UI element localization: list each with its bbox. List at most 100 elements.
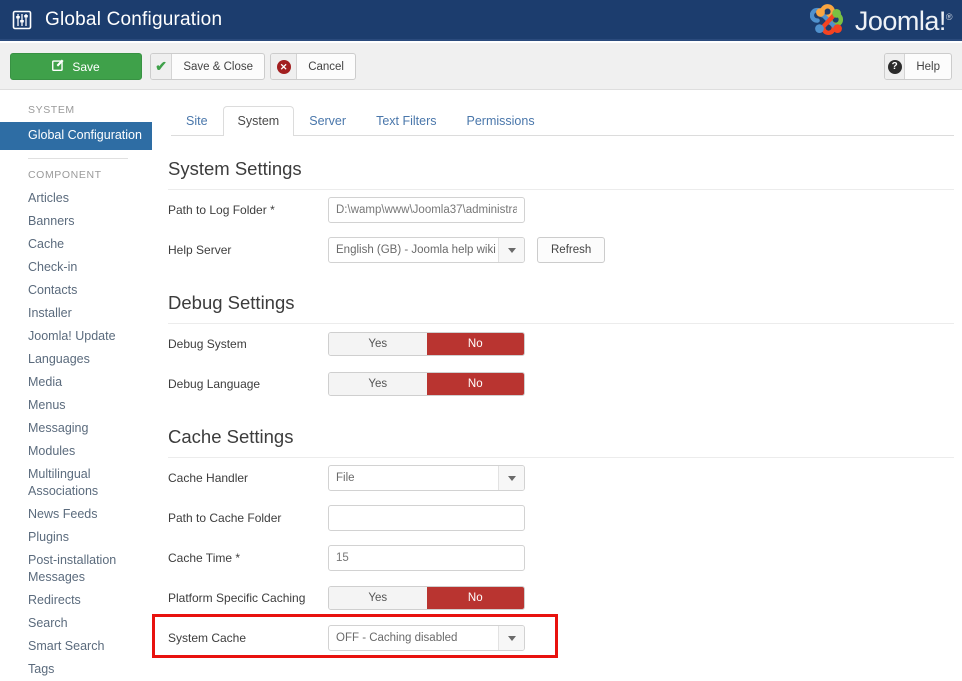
help-server-selected-value: English (GB) - Joomla help wiki bbox=[336, 244, 496, 256]
sidebar-item-global-configuration[interactable]: Global Configuration bbox=[0, 122, 152, 150]
tab-server[interactable]: Server bbox=[294, 106, 361, 136]
sidebar-item-label: Languages bbox=[28, 352, 90, 366]
debug-system-label: Debug System bbox=[168, 337, 247, 351]
tab-site[interactable]: Site bbox=[171, 106, 223, 136]
sidebar-item-label: Banners bbox=[28, 214, 75, 228]
path-to-log-folder-input[interactable] bbox=[328, 197, 525, 223]
platform-specific-caching-yes-option[interactable]: Yes bbox=[329, 587, 427, 609]
cache-time-label: Cache Time * bbox=[168, 551, 241, 565]
system-cache-selected-value: OFF - Caching disabled bbox=[336, 632, 458, 644]
sidebar-item-label: Modules bbox=[28, 444, 76, 458]
save-button-label: Save bbox=[72, 59, 100, 74]
field-row-platform-specific-caching: Platform Specific Caching Yes No bbox=[168, 578, 954, 618]
sidebar-item-label: News Feeds bbox=[28, 507, 98, 521]
tab-label: Server bbox=[309, 114, 347, 128]
help-button-label: Help bbox=[916, 60, 940, 73]
sidebar-item-label: Tags bbox=[28, 662, 55, 676]
refresh-button[interactable]: Refresh bbox=[537, 237, 606, 263]
debug-language-toggle[interactable]: Yes No bbox=[328, 372, 525, 396]
save-and-close-label: Save & Close bbox=[183, 60, 253, 73]
circle-question-icon: ? bbox=[885, 54, 906, 79]
tab-label: Text Filters bbox=[376, 114, 437, 128]
sidebar-item-menus[interactable]: Menus bbox=[0, 394, 152, 417]
help-server-label: Help Server bbox=[168, 243, 232, 257]
sidebar-item-label: Redirects bbox=[28, 593, 81, 607]
section-heading-cache-settings: Cache Settings bbox=[168, 426, 294, 447]
sidebar-item-label: Media bbox=[28, 375, 63, 389]
path-to-log-folder-label: Path to Log Folder * bbox=[168, 203, 275, 217]
circle-x-icon: ✕ bbox=[271, 54, 298, 79]
sidebar-item-contacts[interactable]: Contacts bbox=[0, 279, 152, 302]
system-cache-label: System Cache bbox=[168, 631, 247, 645]
platform-specific-caching-label: Platform Specific Caching bbox=[168, 591, 306, 605]
sidebar-item-multilingual-associations[interactable]: Multilingual Associations bbox=[0, 463, 152, 503]
sidebar-item-label: Menus bbox=[28, 398, 66, 412]
tab-label: Site bbox=[186, 114, 208, 128]
debug-system-yes-option[interactable]: Yes bbox=[329, 333, 427, 355]
field-row-path-to-log-folder: Path to Log Folder * bbox=[168, 190, 954, 230]
cache-handler-label: Cache Handler bbox=[168, 471, 249, 485]
tab-permissions[interactable]: Permissions bbox=[452, 106, 550, 136]
save-and-close-button[interactable]: ✔ Save & Close bbox=[150, 53, 265, 80]
cancel-button-label: Cancel bbox=[308, 60, 344, 73]
sidebar-item-label: Global Configuration bbox=[28, 128, 142, 142]
sidebar-item-modules[interactable]: Modules bbox=[0, 440, 152, 463]
content-panel: Site System Server Text Filters Permissi… bbox=[168, 104, 954, 658]
sidebar-item-label: Check-in bbox=[28, 260, 78, 274]
section-heading-debug-settings: Debug Settings bbox=[168, 292, 295, 313]
sidebar-item-redirects[interactable]: Redirects bbox=[0, 589, 152, 612]
sidebar-item-check-in[interactable]: Check-in bbox=[0, 256, 152, 279]
sidebar-item-tags[interactable]: Tags bbox=[0, 658, 152, 681]
sidebar-item-installer[interactable]: Installer bbox=[0, 302, 152, 325]
sidebar-item-joomla-update[interactable]: Joomla! Update bbox=[0, 325, 152, 348]
checkmark-icon: ✔ bbox=[151, 54, 173, 79]
platform-specific-caching-no-option[interactable]: No bbox=[426, 587, 524, 609]
sidebar-item-label: Installer bbox=[28, 306, 72, 320]
sidebar-item-cache[interactable]: Cache bbox=[0, 233, 152, 256]
help-button[interactable]: ? Help bbox=[884, 53, 952, 80]
brand-trademark: ® bbox=[945, 11, 953, 22]
sidebar-item-media[interactable]: Media bbox=[0, 371, 152, 394]
tab-label: System bbox=[237, 114, 280, 128]
sidebar-item-label: Post-installation Messages bbox=[28, 553, 117, 584]
sidebar-item-plugins[interactable]: Plugins bbox=[0, 526, 152, 549]
help-server-select[interactable]: English (GB) - Joomla help wiki bbox=[328, 237, 525, 263]
system-cache-select[interactable]: OFF - Caching disabled bbox=[328, 625, 525, 651]
brand-wordmark: Joomla!® bbox=[854, 5, 953, 36]
toolbar bbox=[0, 43, 962, 90]
tab-text-filters[interactable]: Text Filters bbox=[361, 106, 451, 136]
sidebar-item-banners[interactable]: Banners bbox=[0, 210, 152, 233]
sidebar-item-label: Multilingual Associations bbox=[28, 467, 99, 498]
section-heading-system-settings: System Settings bbox=[168, 158, 302, 179]
sidebar: SYSTEM Global Configuration COMPONENT Ar… bbox=[0, 98, 152, 681]
tab-system[interactable]: System bbox=[222, 106, 295, 136]
sidebar-item-label: Joomla! Update bbox=[28, 329, 116, 343]
cache-handler-selected-value: File bbox=[336, 472, 355, 484]
debug-language-no-option[interactable]: No bbox=[426, 373, 524, 395]
joomla-brand-logo: Joomla!® bbox=[809, 2, 953, 40]
joomla-logo-icon bbox=[809, 4, 843, 36]
sidebar-item-label: Messaging bbox=[28, 421, 89, 435]
path-to-cache-folder-input[interactable] bbox=[328, 505, 525, 531]
sidebar-item-articles[interactable]: Articles bbox=[0, 187, 152, 210]
sidebar-item-post-installation-messages[interactable]: Post-installation Messages bbox=[0, 549, 152, 589]
sidebar-item-messaging[interactable]: Messaging bbox=[0, 417, 152, 440]
field-row-cache-handler: Cache Handler File bbox=[168, 458, 954, 498]
debug-system-toggle[interactable]: Yes No bbox=[328, 332, 525, 356]
sidebar-item-search[interactable]: Search bbox=[0, 612, 152, 635]
cache-handler-select[interactable]: File bbox=[328, 465, 525, 491]
sidebar-item-label: Contacts bbox=[28, 283, 78, 297]
sidebar-item-news-feeds[interactable]: News Feeds bbox=[0, 503, 152, 526]
platform-specific-caching-toggle[interactable]: Yes No bbox=[328, 586, 525, 610]
cache-time-input[interactable] bbox=[328, 545, 525, 571]
field-row-path-to-cache-folder: Path to Cache Folder bbox=[168, 498, 954, 538]
debug-language-yes-option[interactable]: Yes bbox=[329, 373, 427, 395]
cancel-button[interactable]: ✕ Cancel bbox=[270, 53, 356, 80]
debug-system-no-option[interactable]: No bbox=[426, 333, 524, 355]
debug-language-label: Debug Language bbox=[168, 377, 261, 391]
save-button[interactable]: Save bbox=[10, 53, 142, 80]
sidebar-item-label: Search bbox=[28, 616, 68, 630]
sidebar-divider bbox=[28, 158, 128, 159]
sidebar-item-smart-search[interactable]: Smart Search bbox=[0, 635, 152, 658]
sidebar-item-languages[interactable]: Languages bbox=[0, 348, 152, 371]
